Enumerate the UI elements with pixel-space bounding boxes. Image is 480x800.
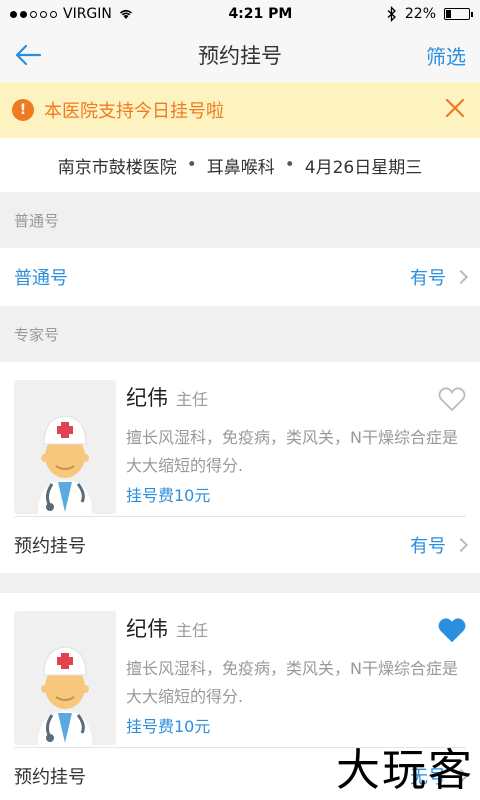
status-right: 22% (387, 6, 473, 22)
doctor-info: 纪伟 主任 擅长风湿科，免疫病，类风关，N干燥综合症是大大缩短的得分. 挂号费1… (126, 611, 466, 736)
separator: • (186, 155, 197, 175)
status-bar: VIRGIN 4:21 PM 22% (0, 0, 480, 28)
signal-strength-icon (10, 10, 57, 18)
doctor-name: 纪伟 (126, 386, 168, 410)
hospital-info-bar: 南京市鼓楼医院 • 耳鼻喉科 • 4月26日星期三 (0, 138, 480, 192)
chevron-right-icon (453, 269, 469, 285)
doctor-title: 主任 (176, 621, 209, 640)
close-icon[interactable] (444, 97, 466, 123)
general-row-right: 有号 (410, 264, 469, 290)
doctor-title: 主任 (176, 390, 209, 409)
notice-text: 本医院支持今日挂号啦 (44, 101, 224, 122)
book-appointment-label: 预约挂号 (14, 536, 86, 557)
filter-button[interactable]: 筛选 (426, 41, 466, 70)
doctor-card-top[interactable]: 纪伟 主任 擅长风湿科，免疫病，类风关，N干燥综合症是大大缩短的得分. 挂号费1… (0, 593, 480, 747)
nav-bar: 预约挂号 筛选 (0, 28, 480, 82)
chevron-right-icon (453, 537, 469, 553)
doctor-avatar (14, 380, 116, 514)
status-time: 4:21 PM (228, 6, 293, 22)
availability-label: 有号 (410, 536, 446, 557)
alert-icon: ! (12, 99, 34, 121)
hospital-name: 南京市鼓楼医院 (57, 157, 177, 178)
card-gap (0, 573, 480, 593)
doctor-name-line: 纪伟 主任 (126, 613, 466, 643)
battery-percent: 22% (404, 6, 436, 22)
appointment-date: 4月26日星期三 (304, 157, 423, 178)
watermark-logo: 大玩客 (336, 745, 474, 796)
general-appointment-row[interactable]: 普通号 有号 (0, 248, 480, 306)
carrier-name: VIRGIN (63, 6, 112, 22)
doctor-specialty: 擅长风湿科，免疫病，类风关，N干燥综合症是大大缩短的得分. (126, 428, 458, 475)
doctor-card-top[interactable]: 纪伟 主任 擅长风湿科，免疫病，类风关，N干燥综合症是大大缩短的得分. 挂号费1… (0, 362, 480, 516)
wifi-icon (119, 9, 132, 19)
registration-fee: 挂号费10元 (126, 486, 211, 505)
doctor-avatar (14, 611, 116, 745)
book-appointment-row[interactable]: 预约挂号 有号 (0, 517, 480, 573)
department-name: 耳鼻喉科 (206, 157, 275, 178)
bluetooth-icon (387, 6, 396, 22)
separator: • (284, 155, 295, 175)
status-left: VIRGIN (10, 6, 134, 22)
book-row-right: 有号 (410, 532, 469, 558)
doctor-name: 纪伟 (126, 617, 168, 641)
battery-icon (444, 8, 473, 20)
doctor-name-line: 纪伟 主任 (126, 382, 466, 412)
doctor-specialty: 擅长风湿科，免疫病，类风关，N干燥综合症是大大缩短的得分. (126, 659, 458, 706)
doctor-info: 纪伟 主任 擅长风湿科，免疫病，类风关，N干燥综合症是大大缩短的得分. 挂号费1… (126, 380, 466, 505)
page-title: 预约挂号 (198, 44, 282, 68)
general-row-label: 普通号 (14, 268, 68, 289)
section-header-general: 普通号 (0, 192, 480, 248)
heart-icon[interactable] (438, 617, 466, 647)
notice-banner: ! 本医院支持今日挂号啦 (0, 82, 480, 138)
heart-icon[interactable] (438, 386, 466, 416)
section-header-expert: 专家号 (0, 306, 480, 362)
book-appointment-label: 预约挂号 (14, 767, 86, 788)
doctor-card: 纪伟 主任 擅长风湿科，免疫病，类风关，N干燥综合症是大大缩短的得分. 挂号费1… (0, 362, 480, 573)
back-arrow-icon[interactable] (14, 43, 42, 67)
availability-label: 有号 (410, 268, 446, 289)
